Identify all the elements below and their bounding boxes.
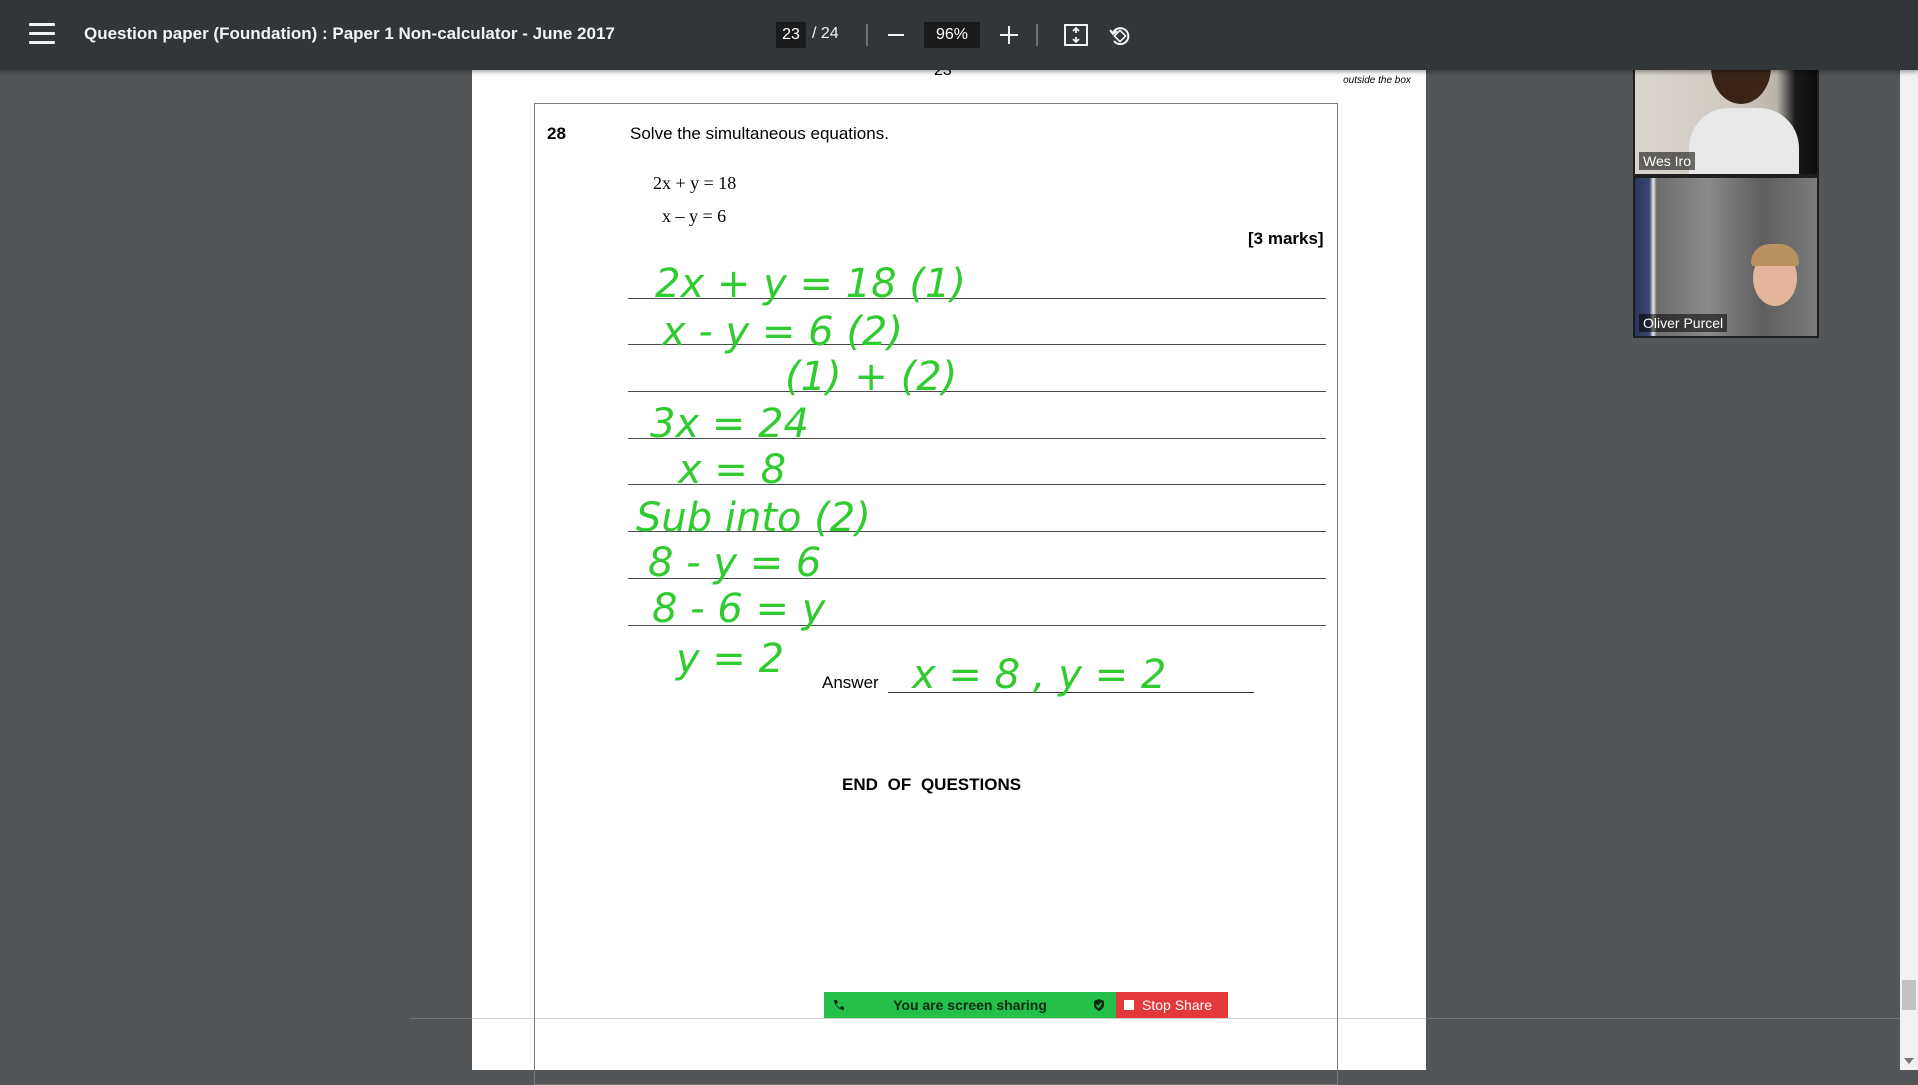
ink-line: 8 - 6 = y — [652, 586, 827, 632]
stop-share-button[interactable]: Stop Share — [1116, 992, 1228, 1018]
share-status-text: You are screen sharing — [893, 997, 1047, 1013]
ink-line: 8 - y = 6 — [648, 540, 821, 586]
zoom-out-icon[interactable] — [888, 34, 904, 36]
screen-share-bar: You are screen sharing Stop Share — [824, 992, 1228, 1018]
phone-icon — [834, 1000, 844, 1010]
ink-line: x - y = 6 (2) — [660, 309, 903, 355]
ink-line: Sub into (2) — [636, 495, 871, 541]
participant-name: Wes Iro — [1639, 152, 1695, 170]
scroll-down-icon[interactable] — [1904, 1058, 1914, 1064]
ink-line: y = 2 — [675, 636, 784, 682]
page-number-input[interactable]: 23 — [776, 22, 806, 48]
scrollbar[interactable] — [1900, 70, 1918, 1070]
toolbar-divider — [866, 24, 868, 46]
ink-line: 2x + y = 18 (1) — [655, 261, 966, 307]
document-title: Question paper (Foundation) : Paper 1 No… — [84, 24, 615, 43]
participant-name: Oliver Purcel — [1639, 314, 1728, 332]
participant-shirt — [1689, 108, 1799, 174]
page-total: / 24 — [812, 25, 839, 42]
rotate-icon[interactable] — [1108, 24, 1132, 48]
share-status[interactable]: You are screen sharing — [824, 992, 1116, 1018]
menu-icon[interactable] — [29, 23, 55, 47]
stop-icon — [1124, 1000, 1134, 1010]
ink-answer: x = 8 , y = 2 — [910, 652, 1166, 698]
ink-line: x = 8 — [676, 447, 786, 493]
zoom-in-icon[interactable] — [1000, 26, 1018, 44]
handwritten-annotations: 2x + y = 18 (1) x - y = 6 (2) (1) + (2) … — [636, 261, 1166, 698]
pdf-toolbar: Question paper (Foundation) : Paper 1 No… — [0, 0, 1918, 70]
video-tile[interactable]: Oliver Purcel — [1633, 176, 1819, 338]
share-border-line — [410, 1018, 1918, 1019]
zoom-level-input[interactable]: 96% — [924, 22, 980, 48]
participant-hair — [1751, 244, 1799, 266]
fit-page-icon[interactable] — [1064, 24, 1088, 46]
shield-icon — [1094, 999, 1104, 1011]
scrollbar-thumb[interactable] — [1902, 980, 1916, 1010]
stop-share-label: Stop Share — [1142, 997, 1213, 1013]
ink-line: (1) + (2) — [785, 354, 957, 400]
ink-line: 3x = 24 — [650, 401, 809, 447]
toolbar-divider — [1036, 24, 1038, 46]
